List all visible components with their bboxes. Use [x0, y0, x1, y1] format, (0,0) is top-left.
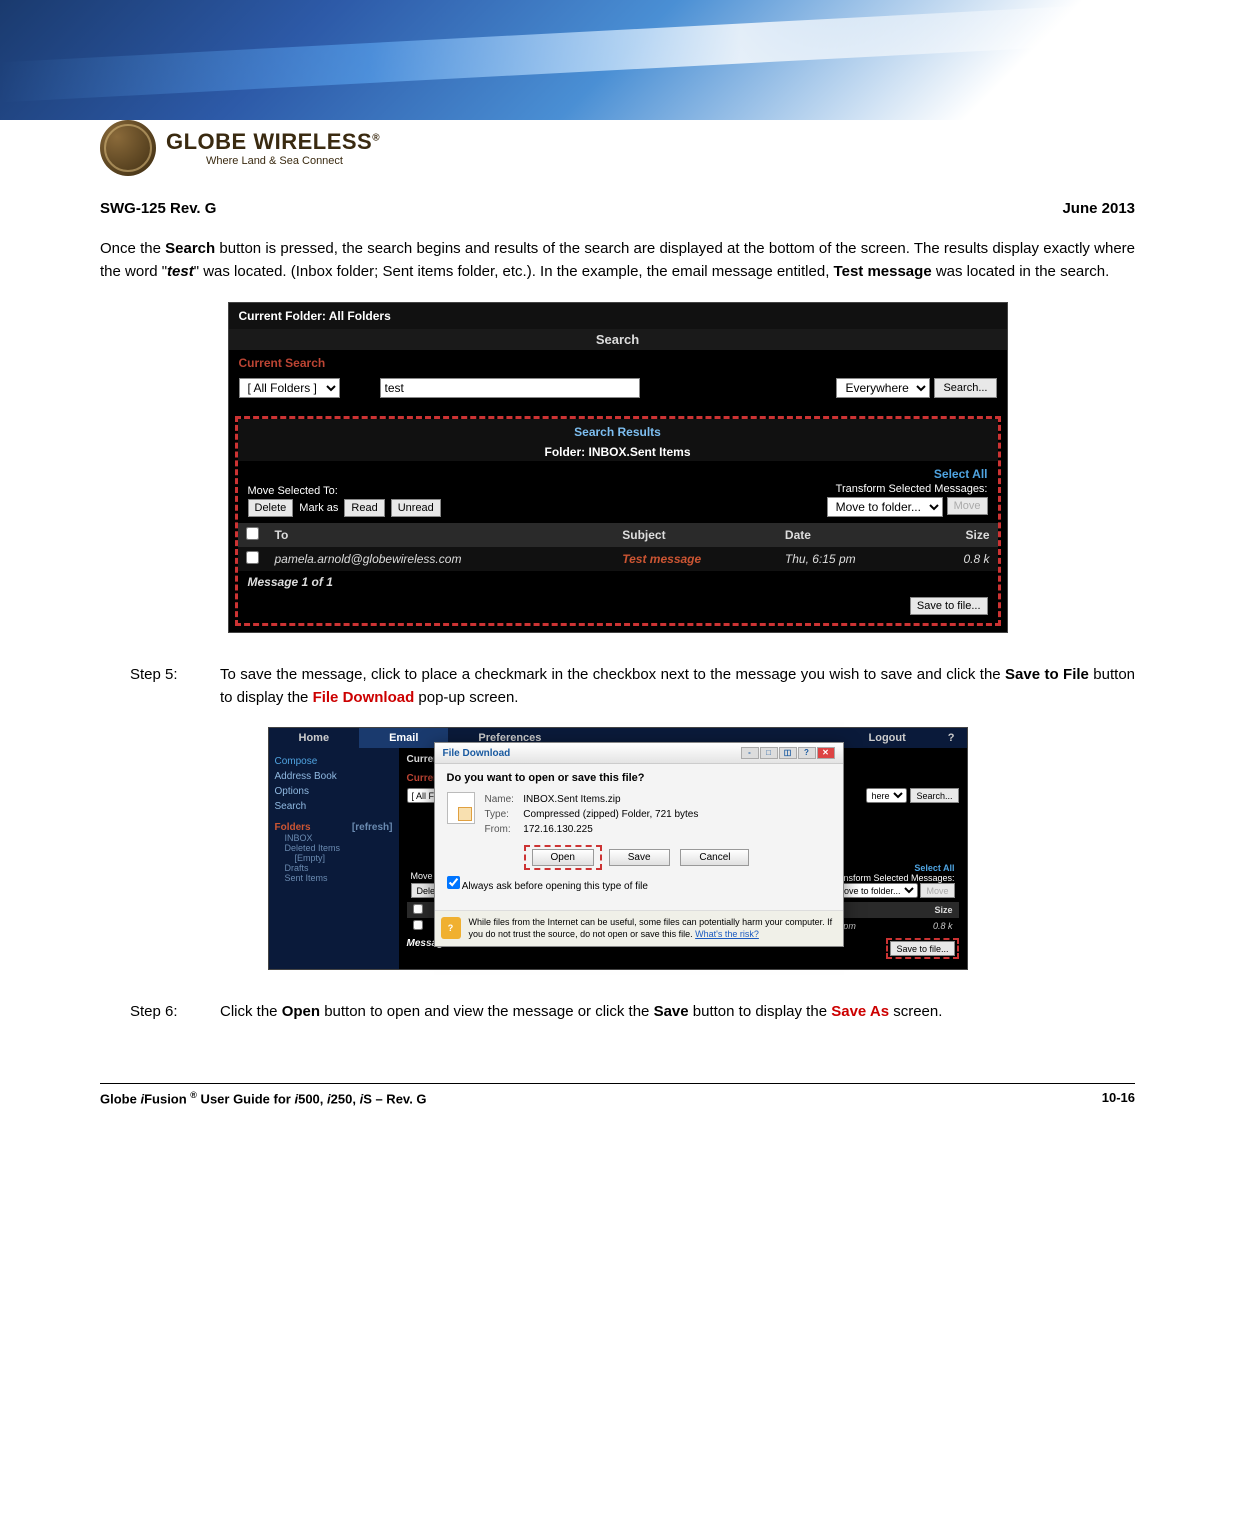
sidebar-search[interactable]: Search [275, 799, 393, 814]
shield-icon [441, 917, 461, 939]
file-icon [447, 792, 475, 824]
open-button[interactable]: Open [532, 849, 594, 866]
sidebar-address-book[interactable]: Address Book [275, 769, 393, 784]
sidebar-options[interactable]: Options [275, 784, 393, 799]
sidebar-drafts[interactable]: Drafts [275, 863, 393, 873]
footer-page: 10-16 [1102, 1090, 1135, 1106]
step5-label: Step 5: [130, 663, 220, 710]
always-ask-label: Always ask before opening this type of f… [462, 881, 648, 892]
restore-icon[interactable]: ◫ [779, 747, 797, 759]
sidebar-refresh[interactable]: [refresh] [352, 822, 393, 833]
page-header-graphic [0, 0, 1235, 120]
row-checkbox[interactable] [246, 551, 259, 564]
cell-size-small: 0.8 k [906, 918, 959, 934]
risk-link[interactable]: What's the risk? [695, 929, 759, 939]
mark-read-button[interactable]: Read [344, 499, 384, 517]
table-row[interactable]: pamela.arnold@globewireless.com Test mes… [238, 547, 998, 571]
dialog-question: Do you want to open or save this file? [447, 772, 831, 784]
results-highlight-box: Search Results Folder: INBOX.Sent Items … [235, 416, 1001, 626]
brand-tagline: Where Land & Sea Connect [206, 155, 380, 167]
close-icon[interactable]: ✕ [817, 747, 835, 759]
sidebar-empty[interactable]: [Empty] [275, 853, 393, 863]
select-all-checkbox[interactable] [246, 527, 259, 540]
search-results-heading: Search Results [238, 425, 998, 439]
maximize-icon[interactable]: □ [760, 747, 778, 759]
cell-date: Thu, 6:15 pm [777, 547, 926, 571]
minimize-icon[interactable]: - [741, 747, 759, 759]
select-all-link[interactable]: Select All [238, 461, 998, 481]
folder-heading: Folder: INBOX.Sent Items [238, 445, 998, 459]
transform-small: Transform Selected Messages: [830, 873, 954, 883]
move-button[interactable]: Move [947, 497, 988, 515]
save-to-file-button-small[interactable]: Save to file... [890, 941, 954, 956]
cell-size: 0.8 k [925, 547, 997, 571]
sidebar-inbox[interactable]: INBOX [275, 833, 393, 843]
col-date[interactable]: Date [777, 523, 926, 547]
search-results-screenshot: Current Folder: All Folders Search Curre… [228, 302, 1008, 633]
search-button[interactable]: Search... [934, 378, 996, 398]
scope-select[interactable]: Everywhere [836, 378, 930, 398]
page-footer: Globe iFusion ® User Guide for i500, i25… [100, 1083, 1135, 1106]
mark-as-label: Mark as [299, 502, 338, 514]
delete-button[interactable]: Delete [248, 499, 294, 517]
mark-unread-button[interactable]: Unread [391, 499, 441, 517]
search-input[interactable] [380, 378, 640, 398]
step6-text: Click the Open button to open and view t… [220, 1000, 1135, 1023]
doc-date: June 2013 [1062, 200, 1135, 217]
folder-select[interactable]: [ All Folders ] [239, 378, 340, 398]
cell-to: pamela.arnold@globewireless.com [267, 547, 615, 571]
search-button-small[interactable]: Search... [910, 788, 958, 803]
footer-left: Globe iFusion ® User Guide for i500, i25… [100, 1090, 427, 1106]
sidebar: Compose Address Book Options Search Fold… [269, 748, 399, 969]
doc-id: SWG-125 Rev. G [100, 200, 216, 217]
nav-home[interactable]: Home [269, 728, 360, 748]
file-download-dialog: File Download - □ ◫ ? ✕ Do you want to o… [434, 742, 844, 947]
col-size-small[interactable]: Size [906, 902, 959, 918]
sidebar-compose[interactable]: Compose [275, 754, 393, 769]
col-size[interactable]: Size [925, 523, 997, 547]
row-checkbox-small[interactable] [413, 920, 423, 930]
brand-name: GLOBE WIRELESS [166, 129, 372, 154]
move-folder-select[interactable]: Move to folder... [827, 497, 943, 517]
save-button[interactable]: Save [609, 849, 670, 866]
scope-select-small[interactable]: here [866, 788, 907, 803]
save-to-file-button[interactable]: Save to file... [910, 597, 988, 615]
dialog-title: File Download [443, 748, 511, 759]
sidebar-deleted[interactable]: Deleted Items [275, 843, 393, 853]
warning-text: While files from the Internet can be use… [469, 917, 837, 940]
file-download-screenshot: Home Email Preferences Logout ? Compose … [268, 727, 968, 970]
message-count: Message 1 of 1 [238, 571, 998, 593]
step5-text: To save the message, click to place a ch… [220, 663, 1135, 710]
current-folder-title: Current Folder: All Folders [229, 303, 1007, 329]
file-info: Name: INBOX.Sent Items.zip Type: Compres… [485, 792, 699, 837]
brand-logo: GLOBE WIRELESS® Where Land & Sea Connect [100, 120, 1135, 176]
select-all-checkbox-small[interactable] [413, 904, 423, 914]
always-ask-checkbox[interactable] [447, 876, 460, 889]
move-folder-small[interactable]: Move to folder... [831, 883, 918, 898]
intro-paragraph: Once the Search button is pressed, the s… [100, 237, 1135, 284]
nav-help[interactable]: ? [936, 728, 967, 748]
transform-label: Transform Selected Messages: [836, 483, 988, 495]
step6-label: Step 6: [130, 1000, 220, 1023]
sidebar-sent[interactable]: Sent Items [275, 873, 393, 883]
move-selected-label: Move Selected To: [248, 485, 441, 497]
cell-subject[interactable]: Test message [614, 547, 777, 571]
nav-logout[interactable]: Logout [839, 728, 936, 748]
help-icon[interactable]: ? [798, 747, 816, 759]
cancel-button[interactable]: Cancel [680, 849, 749, 866]
search-tab[interactable]: Search [229, 329, 1007, 350]
col-to[interactable]: To [267, 523, 615, 547]
current-search-label: Current Search [229, 350, 1007, 372]
col-subject[interactable]: Subject [614, 523, 777, 547]
select-all-small[interactable]: Select All [830, 863, 954, 873]
results-table: To Subject Date Size pamela.arnold@globe… [238, 523, 998, 571]
globe-icon [100, 120, 156, 176]
move-button-small[interactable]: Move [920, 883, 954, 898]
sidebar-folders-heading: Folders [275, 822, 311, 833]
